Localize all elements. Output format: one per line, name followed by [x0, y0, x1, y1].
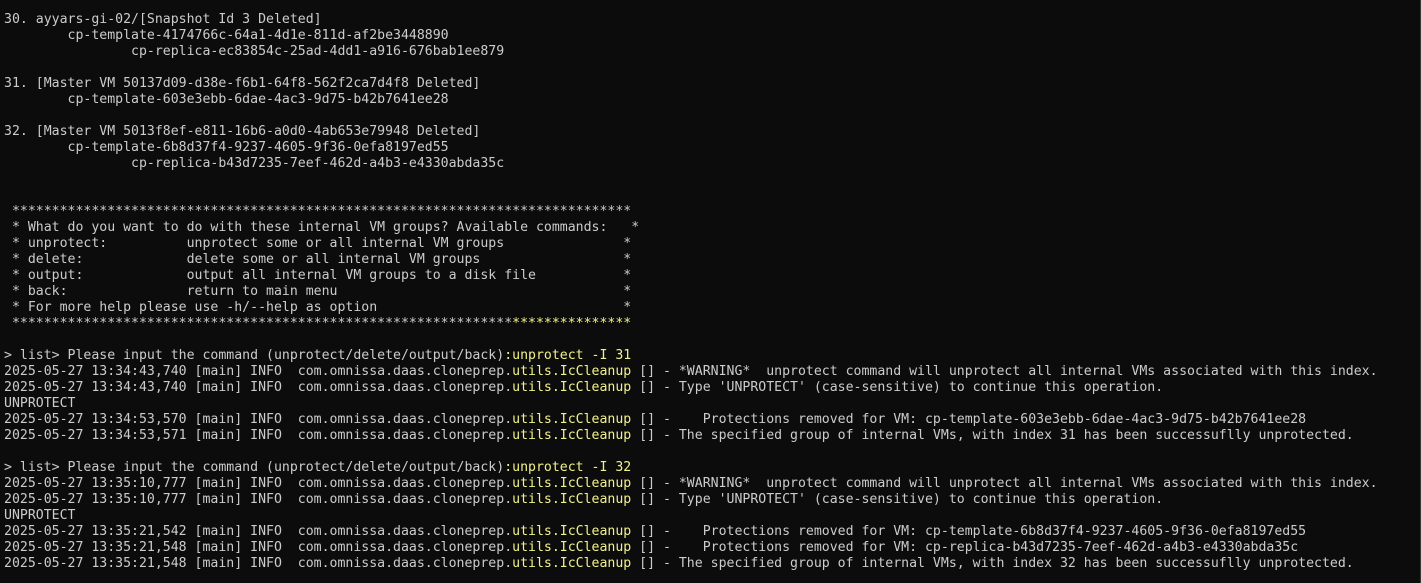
terminal-text: * back: return to main menu *: [4, 284, 632, 299]
terminal-text: UNPROTECT: [4, 396, 76, 411]
terminal-line: cp-template-6b8d37f4-9237-4605-9f36-0efa…: [4, 140, 1378, 156]
terminal-line: 31. [Master VM 50137d09-d38e-f6b1-64f8-5…: [4, 76, 1378, 92]
terminal-line: 2025-05-27 13:35:10,777 [main] INFO com.…: [4, 476, 1378, 492]
terminal-text: [] - *WARNING* unprotect command will un…: [631, 364, 1378, 379]
terminal-line: 2025-05-27 13:35:10,777 [main] INFO com.…: [4, 492, 1378, 508]
terminal-line: * output: output all internal VM groups …: [4, 268, 1378, 284]
terminal-line: > list> Please input the command (unprot…: [4, 348, 1378, 364]
terminal-line: UNPROTECT: [4, 396, 1378, 412]
terminal-line: 2025-05-27 13:34:53,571 [main] INFO com.…: [4, 428, 1378, 444]
highlighted-text: ***************: [512, 316, 632, 331]
terminal-text: 32. [Master VM 5013f8ef-e811-16b6-a0d0-4…: [4, 124, 481, 139]
terminal-text: 2025-05-27 13:35:21,548 [main] INFO com.…: [4, 540, 513, 555]
highlighted-text: utils.IcCleanup: [512, 556, 632, 571]
terminal-text: UNPROTECT: [4, 508, 76, 523]
terminal-text: 2025-05-27 13:34:43,740 [main] INFO com.…: [4, 380, 513, 395]
terminal-text: 2025-05-27 13:35:21,548 [main] INFO com.…: [4, 556, 513, 571]
terminal-line: * unprotect: unprotect some or all inter…: [4, 236, 1378, 252]
terminal-text: 2025-05-27 13:35:10,777 [main] INFO com.…: [4, 476, 513, 491]
highlighted-text: utils.IcCleanup: [512, 412, 632, 427]
terminal-text: [] - The specified group of internal VMs…: [631, 428, 1354, 443]
terminal-text: * For more help please use -h/--help as …: [4, 300, 632, 315]
terminal-window[interactable]: 30. ayyars-gi-02/[Snapshot Id 3 Deleted]…: [0, 0, 1421, 583]
terminal-line: 2025-05-27 13:34:53,570 [main] INFO com.…: [4, 412, 1378, 428]
terminal-line: 2025-05-27 13:35:21,548 [main] INFO com.…: [4, 556, 1378, 572]
terminal-line: cp-replica-b43d7235-7eef-462d-a4b3-e4330…: [4, 156, 1378, 172]
terminal-output: 30. ayyars-gi-02/[Snapshot Id 3 Deleted]…: [4, 12, 1378, 572]
terminal-line: ****************************************…: [4, 204, 1378, 220]
terminal-line: 30. ayyars-gi-02/[Snapshot Id 3 Deleted]: [4, 12, 1378, 28]
terminal-line: 2025-05-27 13:34:43,740 [main] INFO com.…: [4, 364, 1378, 380]
terminal-text: > list> Please input the command (unprot…: [4, 460, 505, 475]
terminal-text: ****************************************…: [4, 316, 513, 331]
terminal-text: [] - Protections removed for VM: cp-temp…: [631, 524, 1307, 539]
terminal-text: * unprotect: unprotect some or all inter…: [4, 236, 632, 251]
terminal-text: [] - Type 'UNPROTECT' (case-sensitive) t…: [631, 380, 1164, 395]
highlighted-text: utils.IcCleanup: [512, 428, 632, 443]
terminal-text: * What do you want to do with these inte…: [4, 220, 640, 235]
terminal-text: 2025-05-27 13:34:53,571 [main] INFO com.…: [4, 428, 513, 443]
highlighted-text: :unprotect -I 31: [504, 348, 632, 363]
terminal-line: cp-template-603e3ebb-6dae-4ac3-9d75-b42b…: [4, 92, 1378, 108]
terminal-text: cp-replica-b43d7235-7eef-462d-a4b3-e4330…: [4, 156, 505, 171]
terminal-text: 2025-05-27 13:34:53,570 [main] INFO com.…: [4, 412, 513, 427]
highlighted-text: utils.IcCleanup: [512, 364, 632, 379]
terminal-line: 2025-05-27 13:34:43,740 [main] INFO com.…: [4, 380, 1378, 396]
terminal-text: cp-template-4174766c-64a1-4d1e-811d-af2b…: [4, 28, 449, 43]
terminal-line: > list> Please input the command (unprot…: [4, 460, 1378, 476]
terminal-line: 2025-05-27 13:35:21,542 [main] INFO com.…: [4, 524, 1378, 540]
terminal-text: [] - The specified group of internal VMs…: [631, 556, 1354, 571]
terminal-text: cp-replica-ec83854c-25ad-4dd1-a916-676ba…: [4, 44, 505, 59]
terminal-text: cp-template-603e3ebb-6dae-4ac3-9d75-b42b…: [4, 92, 449, 107]
terminal-line: ****************************************…: [4, 316, 1378, 332]
terminal-line: cp-template-4174766c-64a1-4d1e-811d-af2b…: [4, 28, 1378, 44]
terminal-line: 2025-05-27 13:35:21,548 [main] INFO com.…: [4, 540, 1378, 556]
highlighted-text: utils.IcCleanup: [512, 524, 632, 539]
terminal-text: > list> Please input the command (unprot…: [4, 348, 505, 363]
terminal-text: ****************************************…: [4, 204, 632, 219]
terminal-text: cp-template-6b8d37f4-9237-4605-9f36-0efa…: [4, 140, 449, 155]
highlighted-text: :unprotect -I 32: [504, 460, 632, 475]
terminal-line: * delete: delete some or all internal VM…: [4, 252, 1378, 268]
terminal-line: 32. [Master VM 5013f8ef-e811-16b6-a0d0-4…: [4, 124, 1378, 140]
terminal-line: * What do you want to do with these inte…: [4, 220, 1378, 236]
terminal-text: [] - Protections removed for VM: cp-repl…: [631, 540, 1299, 555]
terminal-line: cp-replica-ec83854c-25ad-4dd1-a916-676ba…: [4, 44, 1378, 60]
terminal-text: 31. [Master VM 50137d09-d38e-f6b1-64f8-5…: [4, 76, 481, 91]
terminal-line: * back: return to main menu *: [4, 284, 1378, 300]
terminal-text: 30. ayyars-gi-02/[Snapshot Id 3 Deleted]: [4, 12, 322, 27]
terminal-text: [] - *WARNING* unprotect command will un…: [631, 476, 1378, 491]
highlighted-text: utils.IcCleanup: [512, 540, 632, 555]
highlighted-text: utils.IcCleanup: [512, 476, 632, 491]
terminal-text: * output: output all internal VM groups …: [4, 268, 632, 283]
terminal-line: UNPROTECT: [4, 508, 1378, 524]
terminal-text: 2025-05-27 13:35:10,777 [main] INFO com.…: [4, 492, 513, 507]
terminal-text: * delete: delete some or all internal VM…: [4, 252, 632, 267]
highlighted-text: utils.IcCleanup: [512, 492, 632, 507]
terminal-line: * For more help please use -h/--help as …: [4, 300, 1378, 316]
terminal-text: [] - Type 'UNPROTECT' (case-sensitive) t…: [631, 492, 1164, 507]
terminal-text: 2025-05-27 13:34:43,740 [main] INFO com.…: [4, 364, 513, 379]
terminal-text: 2025-05-27 13:35:21,542 [main] INFO com.…: [4, 524, 513, 539]
terminal-text: [] - Protections removed for VM: cp-temp…: [631, 412, 1307, 427]
highlighted-text: utils.IcCleanup: [512, 380, 632, 395]
